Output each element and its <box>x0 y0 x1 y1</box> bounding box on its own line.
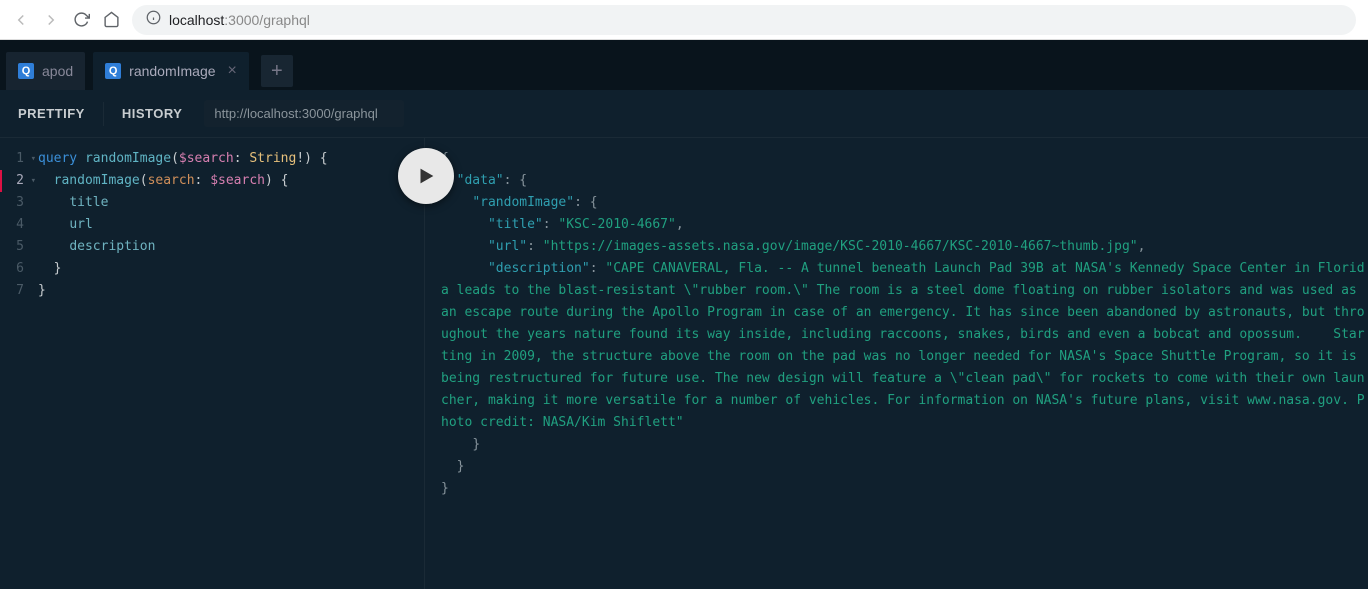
url-bar[interactable]: localhost:3000/graphql <box>132 5 1356 35</box>
forward-button[interactable] <box>42 11 60 29</box>
prettify-button[interactable]: PRETTIFY <box>8 100 95 127</box>
tab-bar: Q apod Q randomImage × + <box>0 40 1368 90</box>
line-gutter: 1 2 3 4 5 6 7 ▾ ▾ <box>0 138 30 589</box>
toolbar: PRETTIFY HISTORY http://localhost:3000/g… <box>0 90 1368 138</box>
query-editor[interactable]: 1 2 3 4 5 6 7 ▾ ▾ query randomImage($sea… <box>0 138 425 589</box>
tab-randomimage[interactable]: Q randomImage × <box>93 52 249 90</box>
execute-button[interactable] <box>398 148 454 204</box>
graphql-playground: Q apod Q randomImage × + PRETTIFY HISTOR… <box>0 40 1368 589</box>
info-icon <box>146 10 161 30</box>
endpoint-input[interactable]: http://localhost:3000/graphql <box>204 100 404 127</box>
result-json: ▾ ▾ ▾ { "data": { "randomImage": { "titl… <box>441 138 1368 589</box>
url-text: localhost:3000/graphql <box>169 12 310 28</box>
close-icon[interactable]: × <box>228 62 237 80</box>
editor-panes: 1 2 3 4 5 6 7 ▾ ▾ query randomImage($sea… <box>0 138 1368 589</box>
tab-label: apod <box>42 63 73 79</box>
result-viewer[interactable]: ▾ ▾ ▾ { "data": { "randomImage": { "titl… <box>425 138 1368 589</box>
graphql-icon: Q <box>105 63 121 79</box>
fold-icon[interactable]: ▾ <box>31 148 36 170</box>
tab-apod[interactable]: Q apod <box>6 52 85 90</box>
reload-button[interactable] <box>72 11 90 29</box>
back-button[interactable] <box>12 11 30 29</box>
fold-icon[interactable]: ▾ <box>31 170 36 192</box>
divider <box>103 102 104 126</box>
history-button[interactable]: HISTORY <box>112 100 193 127</box>
query-code[interactable]: query randomImage($search: String!) { ra… <box>38 138 424 589</box>
add-tab-button[interactable]: + <box>261 55 293 87</box>
browser-bar: localhost:3000/graphql <box>0 0 1368 40</box>
tab-label: randomImage <box>129 63 215 79</box>
home-button[interactable] <box>102 11 120 29</box>
graphql-icon: Q <box>18 63 34 79</box>
